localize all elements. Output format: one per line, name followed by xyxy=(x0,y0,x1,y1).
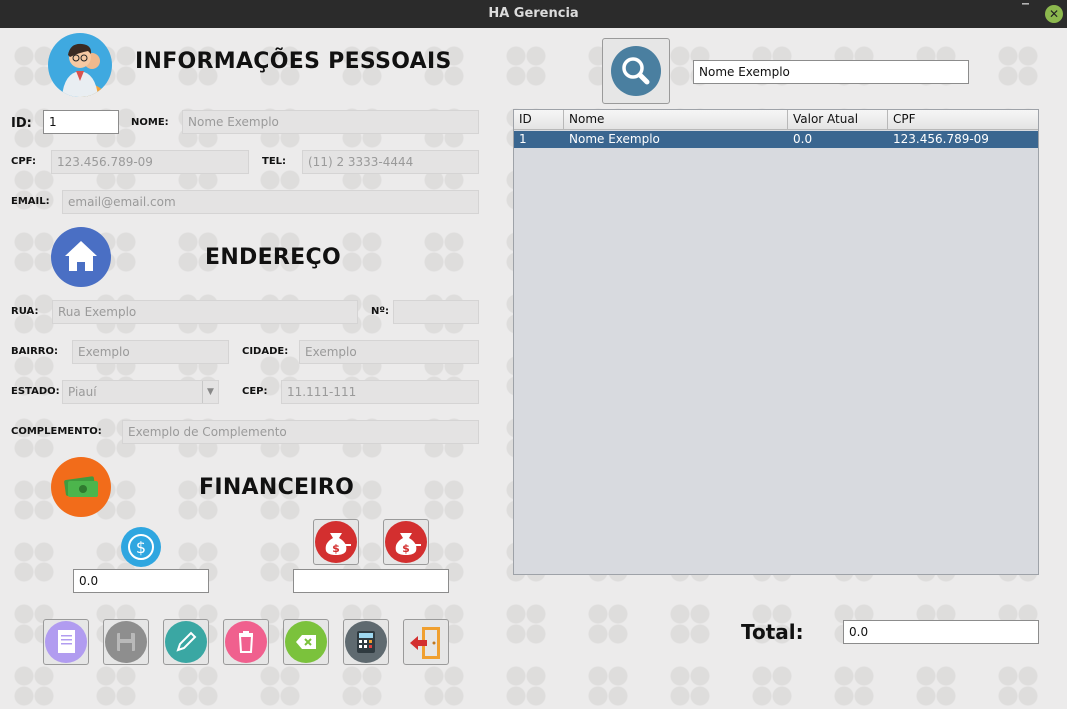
cpf-label: CPF: xyxy=(11,156,36,167)
delete-button[interactable] xyxy=(223,619,269,665)
complement-field[interactable]: Exemplo de Complemento xyxy=(122,420,479,444)
title-bar: HA Gerencia ‾ ✕ xyxy=(0,0,1067,28)
clients-table[interactable]: ID Nome Valor Atual CPF 1 Nome Exemplo 0… xyxy=(513,109,1039,575)
calculator-icon xyxy=(345,621,387,663)
cell-id: 1 xyxy=(519,132,527,146)
svg-text:$: $ xyxy=(332,542,340,555)
edit-icon xyxy=(165,621,207,663)
cep-field[interactable]: 11.111-111 xyxy=(281,380,479,404)
close-button[interactable]: ✕ xyxy=(1045,5,1063,23)
city-field[interactable]: Exemplo xyxy=(299,340,479,364)
email-label: EMAIL: xyxy=(11,196,50,207)
cep-label: CEP: xyxy=(242,386,268,397)
save-icon xyxy=(105,621,147,663)
tel-field[interactable]: (11) 2 3333-4444 xyxy=(302,150,479,174)
cash-icon xyxy=(51,457,111,517)
id-label: ID: xyxy=(11,116,32,131)
balance-field[interactable]: 0.0 xyxy=(73,569,209,593)
cell-nome: Nome Exemplo xyxy=(569,132,660,146)
email-field[interactable]: email@email.com xyxy=(62,190,479,214)
personal-info-heading: INFORMAÇÕES PESSOAIS xyxy=(135,49,452,74)
exit-button[interactable] xyxy=(403,619,449,665)
search-icon xyxy=(611,46,661,96)
new-button[interactable] xyxy=(43,619,89,665)
financial-heading: FINANCEIRO xyxy=(199,475,355,500)
user-avatar-icon xyxy=(48,33,112,97)
new-document-icon xyxy=(45,621,87,663)
cpf-field[interactable]: 123.456.789-09 xyxy=(51,150,249,174)
exit-icon xyxy=(405,621,447,663)
search-button[interactable] xyxy=(602,38,670,104)
cell-cpf: 123.456.789-09 xyxy=(893,132,989,146)
calculator-button[interactable] xyxy=(343,619,389,665)
name-label: NOME: xyxy=(131,117,169,128)
address-heading: ENDEREÇO xyxy=(205,245,341,270)
window-title: HA Gerencia xyxy=(488,6,579,21)
street-label: RUA: xyxy=(11,306,39,317)
money-bag-remove-icon: $ xyxy=(385,521,427,563)
chevron-down-icon[interactable]: ▼ xyxy=(202,381,218,403)
district-label: BAIRRO: xyxy=(11,346,58,357)
tel-label: TEL: xyxy=(262,156,287,167)
column-header-cpf[interactable]: CPF xyxy=(888,110,1038,130)
home-icon xyxy=(51,227,111,287)
street-field[interactable]: Rua Exemplo xyxy=(52,300,358,324)
clear-button[interactable] xyxy=(283,619,329,665)
column-header-id[interactable]: ID xyxy=(514,110,564,130)
total-field: 0.0 xyxy=(843,620,1039,644)
state-select[interactable]: Piauí ▼ xyxy=(62,380,219,404)
number-label: Nº: xyxy=(371,306,390,317)
column-header-nome[interactable]: Nome xyxy=(564,110,788,130)
clear-icon xyxy=(285,621,327,663)
table-header: ID Nome Valor Atual CPF xyxy=(514,110,1038,130)
district-field[interactable]: Exemplo xyxy=(72,340,229,364)
search-input[interactable]: Nome Exemplo xyxy=(693,60,969,84)
complement-label: COMPLEMENTO: xyxy=(11,426,102,437)
remove-money-button[interactable]: $ xyxy=(383,519,429,565)
dollar-icon: $ xyxy=(121,527,161,567)
number-field[interactable] xyxy=(393,300,479,324)
edit-button[interactable] xyxy=(163,619,209,665)
money-bag-add-icon: $ xyxy=(315,521,357,563)
id-field[interactable]: 1 xyxy=(43,110,119,134)
table-row[interactable]: 1 Nome Exemplo 0.0 123.456.789-09 xyxy=(514,131,1038,148)
svg-text:$: $ xyxy=(402,542,410,555)
column-header-valor[interactable]: Valor Atual xyxy=(788,110,888,130)
amount-field[interactable] xyxy=(293,569,449,593)
city-label: CIDADE: xyxy=(242,346,289,357)
state-select-value: Piauí xyxy=(68,385,97,399)
name-field[interactable]: Nome Exemplo xyxy=(182,110,479,134)
cell-valor: 0.0 xyxy=(793,132,813,146)
trash-icon xyxy=(225,621,267,663)
minimize-button[interactable]: ‾ xyxy=(1022,2,1029,18)
svg-text:$: $ xyxy=(136,538,146,557)
total-label: Total: xyxy=(741,620,804,644)
add-money-button[interactable]: $ xyxy=(313,519,359,565)
state-label: ESTADO: xyxy=(11,386,60,397)
save-button[interactable] xyxy=(103,619,149,665)
